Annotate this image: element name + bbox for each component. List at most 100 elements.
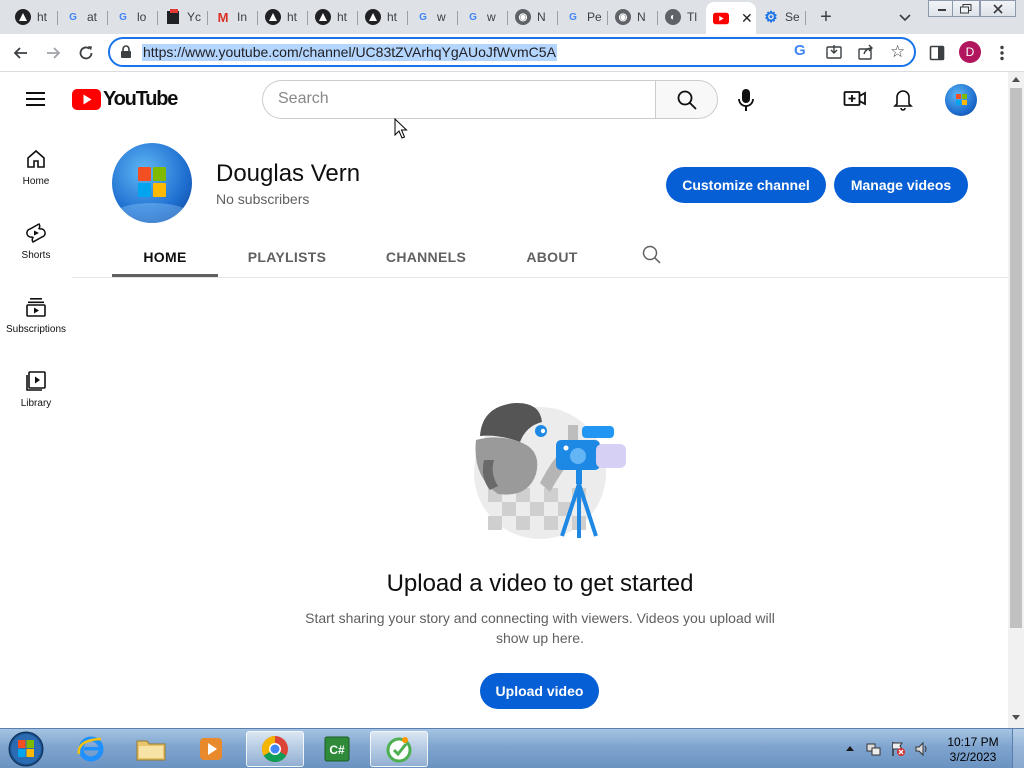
channel-tab-channels[interactable]: CHANNELS (370, 236, 482, 278)
taskbar-explorer-button[interactable] (122, 731, 180, 767)
show-desktop-button[interactable] (1012, 729, 1024, 768)
tab-title: N (637, 10, 646, 24)
scroll-down-arrow-icon[interactable] (1011, 714, 1021, 722)
browser-tab[interactable]: ht (308, 4, 358, 30)
browser-tab[interactable]: G w (408, 4, 458, 30)
side-panel-icon[interactable] (926, 42, 948, 64)
browser-tab[interactable]: G Pe (558, 4, 608, 30)
channel-name: Douglas Vern (216, 160, 361, 187)
create-video-button[interactable] (843, 88, 867, 110)
google-account-icon (365, 9, 381, 25)
browser-tab[interactable]: ht (258, 4, 308, 30)
browser-tab[interactable]: Yc (158, 4, 208, 30)
search-button[interactable] (655, 80, 718, 119)
close-window-button[interactable] (980, 0, 1016, 17)
clock-date: 3/2/2023 (949, 750, 997, 764)
subscriber-count: No subscribers (216, 191, 310, 207)
forward-button[interactable] (42, 42, 64, 64)
upload-video-button[interactable]: Upload video (480, 673, 599, 709)
account-avatar[interactable] (945, 84, 977, 116)
google-icon: G (119, 11, 127, 23)
windows-start-orb-icon (8, 731, 44, 767)
channel-search-icon[interactable] (641, 244, 663, 266)
scrollbar-thumb[interactable] (1010, 88, 1022, 628)
taskbar-app-button[interactable] (370, 731, 428, 767)
notifications-button[interactable] (892, 87, 914, 111)
svg-text:C#: C# (329, 743, 345, 757)
restore-button[interactable] (952, 0, 980, 17)
channel-tab-about[interactable]: ABOUT (512, 236, 592, 278)
reload-button[interactable] (75, 42, 97, 64)
chrome-menu-icon[interactable] (991, 42, 1013, 64)
google-lens-icon[interactable]: G (794, 42, 806, 59)
guide-item-shorts[interactable]: Shorts (0, 202, 72, 266)
tab-title: w (437, 10, 446, 24)
browser-tab[interactable]: M In (208, 4, 258, 30)
browser-tab[interactable]: ht (8, 4, 58, 30)
taskbar-ie-button[interactable] (62, 731, 120, 767)
google-icon: G (469, 11, 477, 23)
subscriptions-icon (26, 298, 46, 317)
empty-state-title: Upload a video to get started (386, 570, 694, 597)
browser-tab[interactable]: G w (458, 4, 508, 30)
close-tab-icon[interactable]: ✕ (741, 10, 753, 27)
address-bar[interactable]: https://www.youtube.com/channel/UC83tZVA… (108, 37, 916, 67)
tab-search-chevron-icon[interactable] (896, 8, 914, 26)
browser-tab[interactable]: ◉ N (608, 4, 658, 30)
chrome-icon: ◉ (515, 9, 531, 25)
tab-title: ht (337, 10, 348, 24)
bookmark-star-icon[interactable]: ☆ (890, 42, 905, 62)
new-tab-button[interactable]: + (816, 7, 836, 28)
taskbar-csharp-button[interactable]: C# (308, 731, 366, 767)
share-icon[interactable] (858, 44, 874, 60)
system-clock[interactable]: 10:17 PM 3/2/2023 (942, 735, 1004, 765)
profile-avatar[interactable]: D (959, 41, 981, 63)
taskbar-chrome-button[interactable] (246, 731, 304, 767)
youtube-logo-text: YouTube (103, 88, 178, 110)
browser-tab[interactable]: ht (358, 4, 408, 30)
back-button[interactable] (10, 42, 32, 64)
guide-menu-icon[interactable] (24, 89, 48, 109)
youtube-logo[interactable]: YouTube (72, 88, 178, 111)
channel-tab-playlists[interactable]: PLAYLISTS (234, 236, 340, 278)
browser-tab[interactable]: G lo (108, 4, 158, 30)
channel-avatar (112, 143, 192, 223)
browser-tab[interactable]: ◐ Tl (658, 4, 706, 30)
channel-tab-home[interactable]: HOME (112, 236, 218, 278)
voice-search-button[interactable] (736, 88, 756, 112)
google-account-icon (265, 9, 281, 25)
create-video-icon (843, 91, 866, 106)
start-button[interactable] (4, 729, 48, 768)
lock-icon[interactable] (120, 45, 132, 59)
google-icon: G (419, 11, 427, 23)
youtube-masthead: YouTube (0, 72, 1008, 128)
network-tray-icon[interactable] (866, 741, 882, 757)
browser-tab-active[interactable]: ✕ (706, 2, 756, 34)
action-center-tray-icon[interactable] (890, 741, 906, 757)
taskbar-media-player-button[interactable] (182, 731, 240, 767)
browser-tab[interactable]: G at (58, 4, 108, 30)
guide-label: Subscriptions (5, 324, 67, 335)
microphone-icon (738, 89, 754, 111)
manage-videos-button[interactable]: Manage videos (834, 167, 968, 203)
browser-tab[interactable]: ◉ N (508, 4, 558, 30)
search-input[interactable] (278, 90, 638, 108)
guide-item-home[interactable]: Home (0, 128, 72, 192)
youtube-icon (713, 10, 729, 26)
customize-channel-button[interactable]: Customize channel (666, 167, 826, 203)
settings-gear-icon: ⚙ (764, 9, 778, 26)
scroll-up-arrow-icon[interactable] (1011, 75, 1021, 83)
chrome-icon: ◉ (615, 9, 631, 25)
guide-item-library[interactable]: Library (0, 350, 72, 414)
home-icon (27, 149, 45, 168)
guide-item-subscriptions[interactable]: Subscriptions (0, 276, 72, 340)
volume-tray-icon[interactable] (914, 741, 930, 757)
globe-icon: ◐ (665, 9, 681, 25)
search-box[interactable] (262, 80, 656, 119)
show-hidden-icons-icon[interactable] (845, 744, 855, 752)
browser-tab[interactable]: ⚙ Se (756, 4, 806, 30)
url-text[interactable]: https://www.youtube.com/channel/UC83tZVA… (142, 44, 557, 61)
install-app-icon[interactable] (826, 44, 842, 60)
tab-title: lo (137, 10, 147, 24)
guide-label: Library (20, 398, 52, 409)
